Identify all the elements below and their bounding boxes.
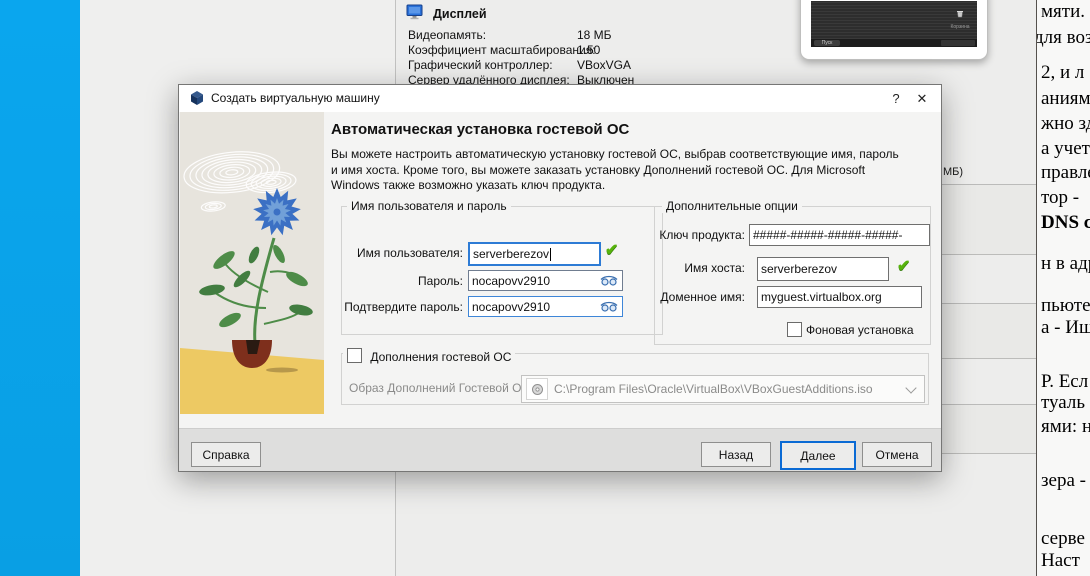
panel-separator — [942, 404, 1037, 405]
display-row-value: VBoxVGA — [577, 58, 632, 72]
panel-separator — [942, 453, 1037, 454]
doc-fragment: а учет — [1041, 138, 1090, 159]
close-button[interactable]: ✕ — [911, 85, 933, 112]
panel-separator — [942, 184, 1037, 185]
wizard-dialog: Создать виртуальную машину ? ✕ Автоматич… — [178, 84, 942, 472]
page-description: Вы можете настроить автоматическую устан… — [331, 147, 931, 194]
guest-additions-checkbox[interactable] — [347, 348, 362, 363]
doc-fragment: пьюте — [1041, 295, 1090, 316]
text-caret — [550, 247, 552, 261]
display-row-label: Видеопамять: — [408, 28, 487, 42]
description-line: Windows также возможно указать ключ прод… — [331, 178, 606, 192]
display-icon — [406, 4, 423, 23]
panel-separator — [942, 254, 1037, 255]
password-field[interactable]: nocapovv2910 — [468, 270, 623, 291]
desktop-wallpaper — [0, 0, 80, 576]
vm-tray — [941, 40, 975, 46]
dialog-footer: Справка Назад Далее Отмена — [179, 428, 941, 471]
additions-image-label: Образ Дополнений Гостевой ОС: — [349, 381, 534, 395]
password-reveal-icon[interactable] — [600, 275, 618, 286]
doc-fragment: Р. Есл — [1041, 371, 1089, 392]
additions-image-path: C:\Program Files\Oracle\VirtualBox\VBoxG… — [554, 382, 873, 396]
virtualbox-cube-icon — [189, 90, 205, 106]
disc-icon — [526, 378, 548, 400]
product-key-field[interactable]: #####-#####-#####-#####- — [749, 224, 930, 246]
help-button[interactable]: ? — [885, 85, 907, 112]
panel-separator — [942, 358, 1037, 359]
background-install-label: Фоновая установка — [806, 323, 914, 337]
password-reveal-icon[interactable] — [600, 301, 618, 312]
recycle-bin-icon: Корзина — [947, 5, 973, 30]
vm-start-button: Пуск — [814, 40, 840, 46]
group-username-password-title: Имя пользователя и пароль — [347, 199, 511, 213]
display-row-value: 18 МБ — [577, 28, 612, 42]
cancel-button[interactable]: Отмена — [862, 442, 932, 467]
wizard-illustration — [180, 112, 324, 414]
panel-band — [942, 404, 1037, 453]
password-label: Пароль: — [418, 274, 463, 288]
username-label: Имя пользователя: — [356, 246, 463, 260]
username-valid-check-icon: ✔ — [605, 242, 619, 259]
vm-taskbar: Пуск — [811, 39, 977, 47]
guest-additions-title: Дополнения гостевой ОС — [370, 350, 512, 364]
doc-fragment: 2, и л — [1041, 62, 1085, 83]
doc-fragment: тор - — [1041, 187, 1080, 208]
additions-image-combobox[interactable]: C:\Program Files\Oracle\VirtualBox\VBoxG… — [521, 375, 925, 403]
dialog-title: Создать виртуальную машину — [211, 91, 380, 105]
confirm-password-label: Подтвердите пароль: — [344, 300, 463, 314]
doc-fragment: мяти. — [1041, 1, 1085, 22]
chevron-down-icon[interactable] — [905, 382, 917, 394]
display-row-label: Коэффициент масштабирования: — [408, 43, 596, 57]
description-line: Вы можете настроить автоматическую устан… — [331, 147, 899, 161]
screenshot-root: Дисплей Видеопамять: 18 МБ Коэффициент м… — [0, 0, 1090, 576]
back-button[interactable]: Назад — [701, 442, 771, 467]
hostname-field[interactable]: serverberezov — [757, 257, 889, 281]
confirm-password-field[interactable]: nocapovv2910 — [468, 296, 623, 317]
domain-field[interactable]: myguest.virtualbox.org — [757, 286, 922, 308]
recycle-bin-label: Корзина — [950, 24, 970, 30]
hostname-label: Имя хоста: — [684, 261, 745, 275]
doc-fragment: ями: н — [1041, 416, 1090, 437]
doc-fragment: аниям — [1041, 88, 1090, 109]
page-title: Автоматическая установка гостевой ОС — [331, 121, 630, 138]
description-line: и имя хоста. Кроме того, вы можете заказ… — [331, 162, 866, 177]
username-field[interactable]: serverberezov — [468, 242, 601, 266]
doc-fragment: серве — [1041, 528, 1085, 549]
doc-fragment: Наст — [1041, 550, 1080, 571]
product-key-label: Ключ продукта: — [659, 228, 745, 242]
doc-fragment: зера - — [1041, 470, 1086, 491]
vm-preview-thumbnail: Корзина Пуск — [800, 0, 988, 60]
domain-label: Доменное имя: — [660, 290, 745, 304]
doc-fragment: жно зд — [1041, 113, 1090, 134]
next-button[interactable]: Далее — [780, 441, 856, 470]
doc-fragment: для воз — [1036, 27, 1090, 48]
display-row-label: Графический контроллер: — [408, 58, 553, 72]
document-page: мяти. для воз 2, и л аниям жно зд а учет… — [1036, 0, 1090, 576]
doc-fragment: н в адр — [1041, 253, 1090, 274]
panel-band — [942, 303, 1037, 358]
group-additional-options-title: Дополнительные опции — [662, 199, 802, 213]
background-install-checkbox[interactable] — [787, 322, 802, 337]
doc-fragment: DNS с — [1041, 212, 1090, 233]
doc-fragment: а - Ищ — [1041, 317, 1090, 338]
display-row-value: 1.50 — [577, 43, 601, 57]
panel-band — [942, 184, 1037, 254]
dialog-titlebar: Создать виртуальную машину ? ✕ — [179, 85, 941, 112]
doc-fragment: туаль — [1041, 392, 1086, 413]
hostname-valid-check-icon: ✔ — [897, 258, 911, 275]
clipped-memory-text: МБ) — [943, 166, 964, 178]
help-footer-button[interactable]: Справка — [191, 442, 261, 467]
display-section-title: Дисплей — [433, 6, 487, 21]
doc-fragment: правле — [1041, 162, 1090, 183]
panel-separator — [942, 303, 1037, 304]
guest-additions-checkbox-row: Дополнения гостевой ОС — [343, 346, 516, 364]
